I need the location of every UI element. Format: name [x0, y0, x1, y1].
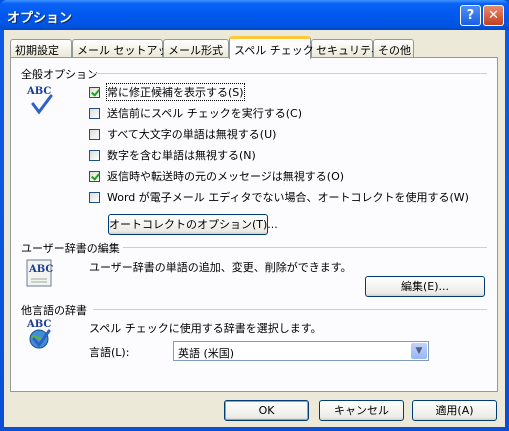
- language-dictionary-icon: ABC: [25, 319, 55, 351]
- ignore-numbers-label: 数字を含む単語は無視する(N): [107, 149, 256, 162]
- ignore-uppercase-label: すべて大文字の単語は無視する(U): [107, 128, 277, 141]
- help-button[interactable]: ?: [460, 5, 481, 26]
- language-label: 言語(L):: [89, 346, 130, 359]
- general-options-divider: [93, 73, 487, 74]
- tab-spelling[interactable]: スペル チェック: [229, 36, 314, 59]
- tab-mail-setup[interactable]: メール セットアップ: [72, 39, 180, 58]
- cancel-button[interactable]: キャンセル: [319, 400, 404, 421]
- ignore-original-message-label: 返信時や転送時の元のメッセージは無視する(O): [107, 170, 345, 183]
- other-language-description: スペル チェックに使用する辞書を選択します。: [89, 322, 322, 335]
- spelling-abc-icon: ABC: [25, 86, 53, 116]
- tab-general[interactable]: 初期設定: [10, 39, 72, 58]
- ignore-uppercase-checkbox[interactable]: [89, 128, 100, 140]
- option-ignore-numbers[interactable]: 数字を含む単語は無視する(N): [89, 148, 256, 162]
- autocorrect-options-button[interactable]: オートコレクトのオプション(T)...: [108, 214, 278, 235]
- option-use-autocorrect[interactable]: Word が電子メール エディタでない場合、オートコレクトを使用する(W): [89, 190, 469, 204]
- user-dictionary-divider: [123, 247, 487, 248]
- always-suggest-label: 常に修正候補を表示する(S): [106, 83, 245, 101]
- language-select[interactable]: 英語 (米国) ▼: [173, 341, 429, 361]
- user-dictionary-title: ユーザー辞書の編集: [21, 242, 120, 255]
- other-language-divider: [93, 309, 487, 310]
- edit-dictionary-button[interactable]: 編集(E)...: [365, 276, 485, 297]
- check-before-send-checkbox[interactable]: [89, 107, 100, 119]
- title-bar[interactable]: オプション ? ✕: [0, 0, 509, 30]
- spelling-panel: 全般オプション ABC 常に修正候補を表示する(S) 送信前にスペル チェックを…: [10, 57, 498, 392]
- tab-mail-format[interactable]: メール形式: [163, 39, 229, 58]
- window-title: オプション: [7, 11, 73, 26]
- option-ignore-uppercase[interactable]: すべて大文字の単語は無視する(U): [89, 127, 276, 141]
- apply-button[interactable]: 適用(A): [412, 400, 497, 421]
- use-autocorrect-label: Word が電子メール エディタでない場合、オートコレクトを使用する(W): [107, 191, 469, 204]
- ignore-original-message-checkbox[interactable]: [89, 170, 100, 182]
- dialog-client-area: 初期設定 メール セットアップ メール形式 スペル チェック セキュリティ その…: [4, 30, 505, 427]
- option-check-before-send[interactable]: 送信前にスペル チェックを実行する(C): [89, 106, 302, 120]
- ok-button[interactable]: OK: [224, 400, 309, 421]
- chevron-down-icon[interactable]: ▼: [411, 343, 427, 359]
- option-ignore-original-message[interactable]: 返信時や転送時の元のメッセージは無視する(O): [89, 169, 344, 183]
- dictionary-edit-icon: ABC: [25, 257, 55, 289]
- other-language-title: 他言語の辞書: [21, 304, 87, 317]
- check-before-send-label: 送信前にスペル チェックを実行する(C): [107, 107, 302, 120]
- tab-security[interactable]: セキュリティ: [311, 39, 381, 58]
- general-options-title: 全般オプション: [21, 68, 98, 81]
- tab-other[interactable]: その他: [373, 39, 414, 58]
- close-button[interactable]: ✕: [483, 5, 504, 26]
- always-suggest-checkbox[interactable]: [89, 86, 100, 98]
- option-always-suggest[interactable]: 常に修正候補を表示する(S): [89, 83, 245, 101]
- user-dictionary-description: ユーザー辞書の単語の追加、変更、削除ができます。: [89, 261, 352, 274]
- language-select-value: 英語 (米国): [178, 347, 235, 360]
- ignore-numbers-checkbox[interactable]: [89, 149, 100, 161]
- use-autocorrect-checkbox[interactable]: [89, 191, 100, 203]
- options-dialog: オプション ? ✕ 初期設定 メール セットアップ メール形式 スペル チェック…: [0, 0, 509, 431]
